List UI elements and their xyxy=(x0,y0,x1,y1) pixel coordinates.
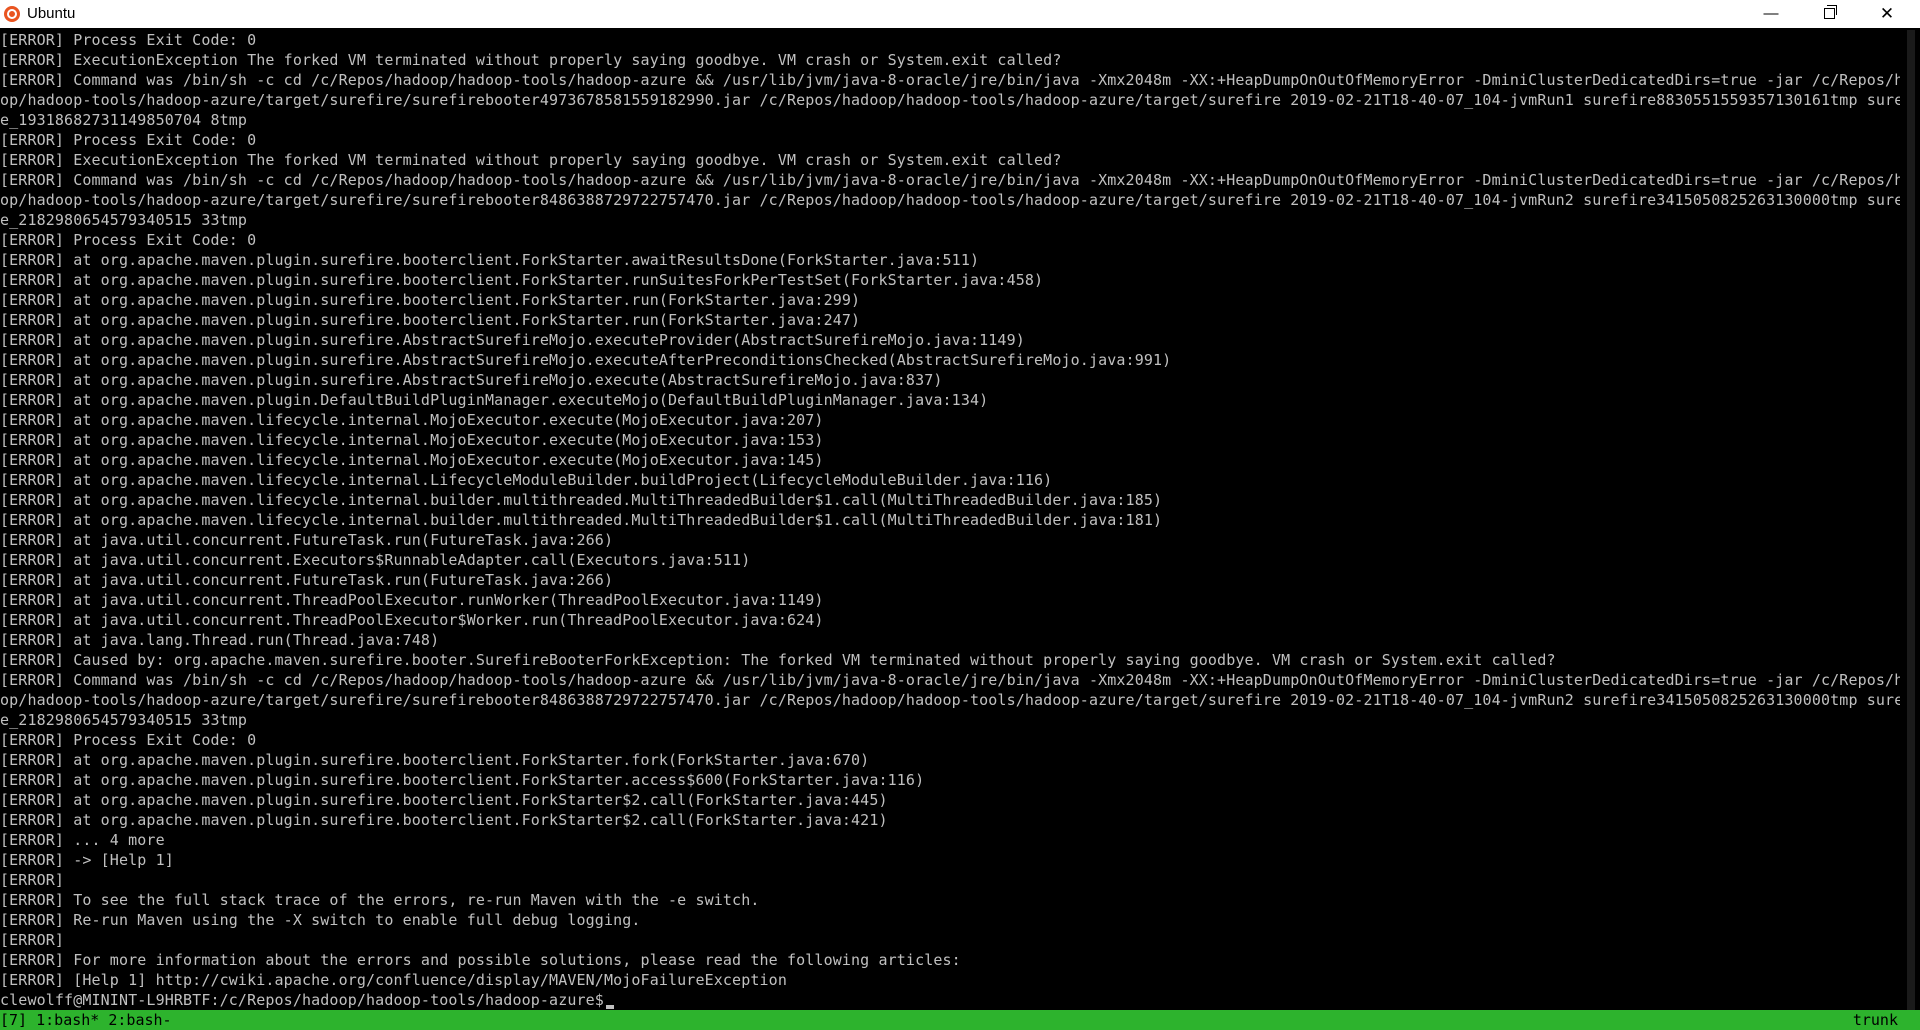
terminal-line: e_2182980654579340515 33tmp xyxy=(0,711,248,729)
terminal-line: [ERROR] Command was /bin/sh -c cd /c/Rep… xyxy=(0,71,1900,89)
terminal-line: [ERROR] ExecutionException The forked VM… xyxy=(0,51,1062,69)
terminal-line: [ERROR] at org.apache.maven.plugin.suref… xyxy=(0,271,1044,289)
terminal-line: op/hadoop-tools/hadoop-azure/target/sure… xyxy=(0,691,1900,709)
terminal-line: [ERROR] at java.util.concurrent.Executor… xyxy=(0,551,751,569)
terminal-line: [ERROR] at java.util.concurrent.ThreadPo… xyxy=(0,591,824,609)
terminal-line: [ERROR] at org.apache.maven.lifecycle.in… xyxy=(0,491,1163,509)
terminal-line: [ERROR] at java.util.concurrent.FutureTa… xyxy=(0,571,614,589)
terminal-line: [ERROR] at org.apache.maven.plugin.suref… xyxy=(0,331,1025,349)
minimize-button[interactable]: — xyxy=(1743,0,1799,28)
restore-button[interactable] xyxy=(1801,0,1857,28)
tmux-statusbar: [7] 1:bash* 2:bash- trunk xyxy=(0,1010,1920,1030)
terminal-line: [ERROR] at org.apache.maven.lifecycle.in… xyxy=(0,471,1053,489)
terminal-line: [ERROR] at org.apache.maven.lifecycle.in… xyxy=(0,451,824,469)
terminal-line: [ERROR] Re-run Maven using the -X switch… xyxy=(0,911,641,929)
terminal-line: [ERROR] at org.apache.maven.plugin.suref… xyxy=(0,291,861,309)
shell-prompt-line[interactable]: clewolff@MININT-L9HRBTF:/c/Repos/hadoop/… xyxy=(0,990,1900,1010)
terminal-line: [ERROR] at org.apache.maven.plugin.suref… xyxy=(0,371,943,389)
terminal-line: [ERROR] at org.apache.maven.plugin.suref… xyxy=(0,791,888,809)
terminal-line: [ERROR] xyxy=(0,871,65,889)
terminal-line: [ERROR] Caused by: org.apache.maven.sure… xyxy=(0,651,1556,669)
terminal-line: op/hadoop-tools/hadoop-azure/target/sure… xyxy=(0,91,1900,109)
terminal-line: [ERROR] Process Exit Code: 0 xyxy=(0,31,257,49)
terminal-line: [ERROR] ExecutionException The forked VM… xyxy=(0,151,1062,169)
terminal-line: [ERROR] at java.util.concurrent.FutureTa… xyxy=(0,531,614,549)
terminal-line: [ERROR] To see the full stack trace of t… xyxy=(0,891,760,909)
shell-prompt: clewolff@MININT-L9HRBTF:/c/Repos/hadoop/… xyxy=(0,991,604,1009)
terminal-line: e_19318682731149850704 8tmp xyxy=(0,111,248,129)
terminal-line: [ERROR] at org.apache.maven.lifecycle.in… xyxy=(0,511,1163,529)
terminal-line: [ERROR] Process Exit Code: 0 xyxy=(0,231,257,249)
ubuntu-logo-icon xyxy=(4,6,20,22)
terminal-line: [ERROR] at org.apache.maven.plugin.suref… xyxy=(0,771,925,789)
terminal-line: [ERROR] at org.apache.maven.plugin.suref… xyxy=(0,751,870,769)
tmux-window-list[interactable]: [7] 1:bash* 2:bash- xyxy=(0,1010,172,1030)
terminal-line: [ERROR] Command was /bin/sh -c cd /c/Rep… xyxy=(0,171,1900,189)
terminal-scrollbar[interactable] xyxy=(1903,30,1920,1010)
terminal-line: [ERROR] -> [Help 1] xyxy=(0,851,174,869)
text-cursor xyxy=(605,1005,614,1009)
terminal-line: [ERROR] [Help 1] http://cwiki.apache.org… xyxy=(0,971,787,989)
terminal-line: [ERROR] xyxy=(0,931,65,949)
terminal-line: [ERROR] For more information about the e… xyxy=(0,951,961,969)
window-title: Ubuntu xyxy=(27,5,76,22)
terminal-line: [ERROR] at org.apache.maven.lifecycle.in… xyxy=(0,411,824,429)
window-titlebar[interactable]: Ubuntu — ✕ xyxy=(0,0,1920,28)
terminal-line: [ERROR] at org.apache.maven.plugin.suref… xyxy=(0,351,1172,369)
terminal-line: [ERROR] Process Exit Code: 0 xyxy=(0,131,257,149)
terminal-line: op/hadoop-tools/hadoop-azure/target/sure… xyxy=(0,191,1900,209)
scrollbar-thumb[interactable] xyxy=(1907,30,1915,1010)
terminal-line: [ERROR] Process Exit Code: 0 xyxy=(0,731,257,749)
terminal-line: [ERROR] at java.lang.Thread.run(Thread.j… xyxy=(0,631,440,649)
terminal-line: e_2182980654579340515 33tmp xyxy=(0,211,248,229)
terminal-line: [ERROR] at org.apache.maven.lifecycle.in… xyxy=(0,431,824,449)
terminal-line: [ERROR] at org.apache.maven.plugin.suref… xyxy=(0,311,861,329)
terminal-line: [ERROR] ... 4 more xyxy=(0,831,165,849)
terminal-line: [ERROR] at org.apache.maven.plugin.suref… xyxy=(0,811,888,829)
terminal-line: [ERROR] at org.apache.maven.plugin.suref… xyxy=(0,251,980,269)
terminal-output[interactable]: [ERROR] Process Exit Code: 0 [ERROR] Exec… xyxy=(0,30,1900,1010)
close-button[interactable]: ✕ xyxy=(1859,0,1915,28)
terminal-line: [ERROR] at org.apache.maven.plugin.Defau… xyxy=(0,391,989,409)
restore-icon xyxy=(1823,5,1837,19)
terminal-line: [ERROR] at java.util.concurrent.ThreadPo… xyxy=(0,611,824,629)
terminal-line: [ERROR] Command was /bin/sh -c cd /c/Rep… xyxy=(0,671,1900,689)
git-branch-label: trunk xyxy=(1852,1011,1898,1029)
